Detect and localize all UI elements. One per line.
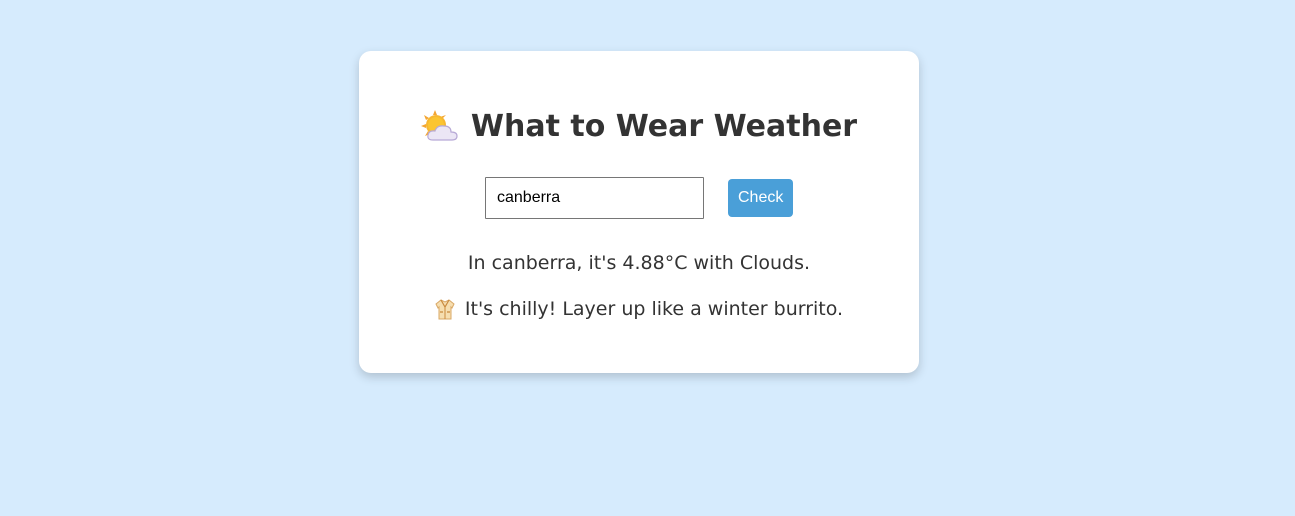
weather-card: What to Wear Weather Check In canberra, … <box>359 51 919 373</box>
page-title: What to Wear Weather <box>470 108 858 144</box>
advice-text: It's chilly! Layer up like a winter burr… <box>464 298 844 320</box>
title-row: What to Wear Weather <box>359 106 919 146</box>
clothing-advice: It's chilly! Layer up like a winter burr… <box>359 298 919 320</box>
sun-behind-cloud-icon <box>420 109 459 143</box>
city-input[interactable] <box>485 177 704 219</box>
weather-result: In canberra, it's 4.88°C with Clouds. <box>467 252 811 274</box>
coat-icon <box>435 298 455 320</box>
search-form: Check <box>485 177 794 219</box>
check-button[interactable]: Check <box>728 179 794 217</box>
